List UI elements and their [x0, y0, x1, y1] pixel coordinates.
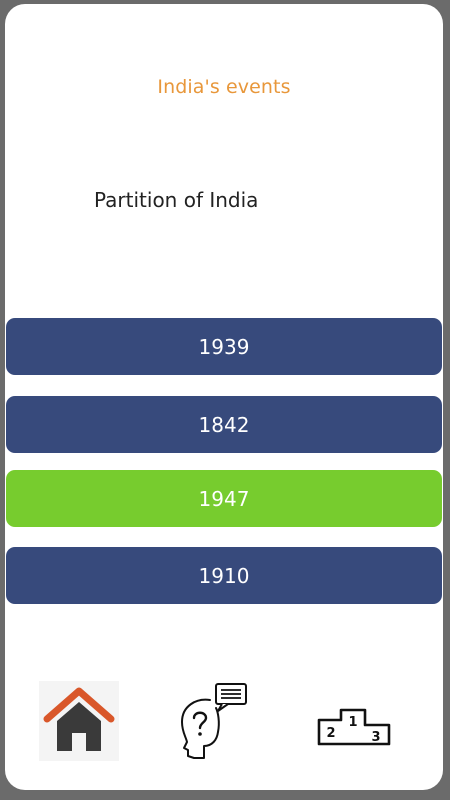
podium-second-place: 2 — [326, 726, 335, 741]
answer-option-3[interactable]: 1947 — [6, 470, 442, 527]
answer-option-label: 1947 — [198, 486, 250, 511]
answer-option-1[interactable]: 1939 — [6, 318, 442, 375]
page-title: India's events — [157, 76, 291, 98]
device-frame: India's events Partition of India 1939 1… — [0, 0, 450, 800]
answer-option-2[interactable]: 1842 — [6, 396, 442, 453]
nav-quiz-button[interactable] — [170, 680, 252, 762]
nav-home-button[interactable] — [38, 680, 120, 762]
leaderboard-podium-icon: 1 2 3 — [317, 708, 391, 746]
answer-option-label: 1939 — [198, 334, 250, 359]
podium-first-place: 1 — [348, 715, 357, 730]
answer-option-4[interactable]: 1910 — [6, 547, 442, 604]
nav-leaderboard-button[interactable]: 1 2 3 — [315, 680, 397, 762]
app-screen: India's events Partition of India 1939 1… — [5, 4, 443, 790]
answer-option-label: 1842 — [198, 412, 250, 437]
podium-third-place: 3 — [371, 730, 380, 745]
answer-option-label: 1910 — [198, 563, 250, 588]
home-icon — [39, 681, 119, 761]
quiz-thinking-icon — [181, 683, 247, 759]
question-text: Partition of India — [94, 188, 259, 212]
